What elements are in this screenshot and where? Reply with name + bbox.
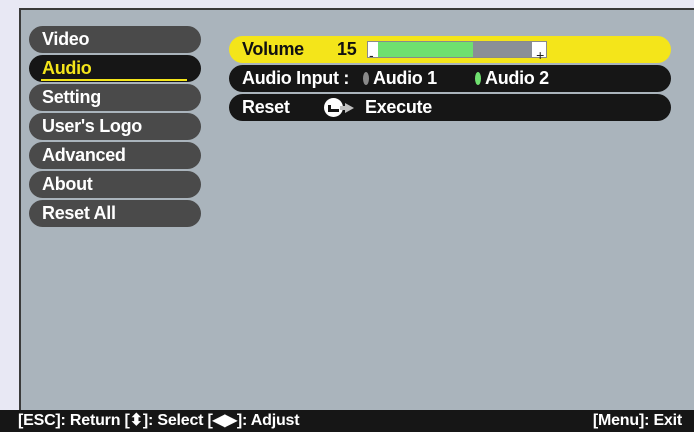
reset-row[interactable]: Reset Execute	[229, 94, 671, 121]
menu-item-users-logo[interactable]: User's Logo	[29, 113, 201, 140]
menu-item-video[interactable]: Video	[29, 26, 201, 53]
volume-value: 15	[337, 39, 357, 59]
volume-slider-fill	[378, 42, 473, 57]
audio-input-row[interactable]: Audio Input : Audio 1 Audio 2	[229, 65, 671, 92]
reset-label: Reset	[242, 97, 290, 117]
execute-label[interactable]: Execute	[365, 94, 432, 121]
menu-item-advanced[interactable]: Advanced	[29, 142, 201, 169]
help-footer: [ESC]: Return [⬍]: Select [◀▶]: Adjust […	[0, 410, 694, 432]
volume-row[interactable]: Volume 15 - +	[229, 36, 671, 63]
menu-item-about[interactable]: About	[29, 171, 201, 198]
volume-slider-track	[473, 42, 532, 57]
arrow-right-icon	[340, 103, 354, 113]
audio-1-radio-icon[interactable]	[363, 72, 369, 85]
menu-item-reset-all[interactable]: Reset All	[29, 200, 201, 227]
menu-item-setting[interactable]: Setting	[29, 84, 201, 111]
volume-label: Volume	[242, 39, 304, 59]
audio-1-option[interactable]: Audio 1	[373, 65, 437, 92]
audio-2-radio-icon[interactable]	[475, 72, 481, 85]
footer-help-keys: [ESC]: Return [⬍]: Select [◀▶]: Adjust	[18, 412, 300, 429]
volume-slider[interactable]: - +	[367, 41, 547, 63]
audio-2-option[interactable]: Audio 2	[485, 65, 549, 92]
audio-input-label: Audio Input :	[242, 68, 350, 88]
main-menu: Video Audio Setting User's Logo Advanced…	[29, 26, 201, 229]
menu-item-audio[interactable]: Audio	[29, 55, 201, 82]
footer-exit: [Menu]: Exit	[592, 412, 682, 429]
